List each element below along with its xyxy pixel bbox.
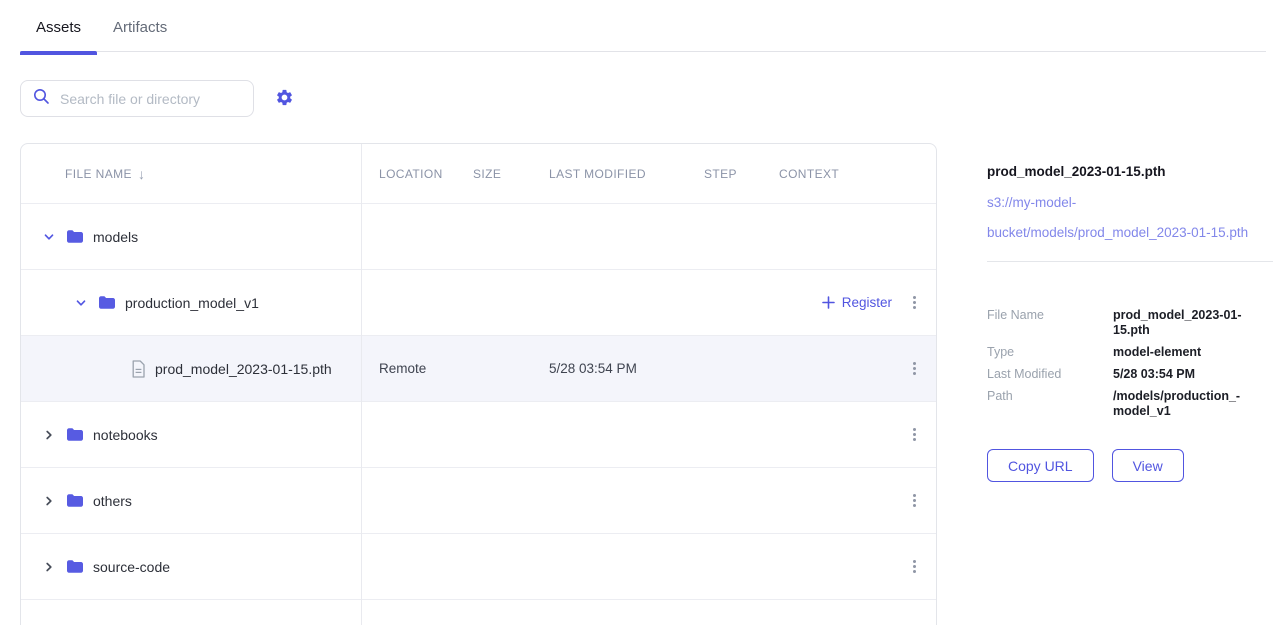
table-row[interactable]: notebooks [21,402,936,468]
asset-details-panel: prod_model_2023-01-15.pth s3://my-model-… [987,164,1273,482]
settings-button[interactable] [270,85,298,113]
column-header-context[interactable]: CONTEXT [761,167,892,181]
folder-icon [66,559,84,574]
tree-item-label[interactable]: prod_model_2023-01-15.pth [155,361,332,377]
column-header-file-name[interactable]: FILE NAME ↓ [21,166,361,182]
table-row[interactable]: models [21,204,936,270]
sort-desc-icon[interactable]: ↓ [138,166,145,182]
field-value-type: model-element [1113,345,1273,360]
column-header-step[interactable]: STEP [686,167,761,181]
column-header-location[interactable]: LOCATION [361,167,455,181]
field-label-last-modified: Last Modified [987,367,1113,382]
column-header-last-modified[interactable]: LAST MODIFIED [531,167,686,181]
tab-artifacts[interactable]: Artifacts [97,10,183,55]
field-label-path: Path [987,389,1113,419]
copy-url-button[interactable]: Copy URL [987,449,1094,482]
field-value-last-modified: 5/28 03:54 PM [1113,367,1273,382]
chevron-right-icon[interactable] [41,493,57,509]
cell-location: Remote [361,361,455,376]
folder-icon [98,295,116,310]
table-row[interactable]: prod_model_2023-01-15.pth Remote 5/28 03… [21,336,936,402]
tree-item[interactable]: others [21,493,361,509]
details-divider [987,261,1273,262]
folder-icon [66,229,84,244]
folder-icon [66,493,84,508]
kebab-menu-icon[interactable] [909,490,920,511]
tree-item[interactable]: production_model_v1 [21,295,361,311]
search-input[interactable] [60,91,241,107]
chevron-down-icon[interactable] [41,229,57,245]
chevron-down-icon[interactable] [73,295,89,311]
tab-assets[interactable]: Assets [20,10,97,55]
gear-icon [275,88,294,110]
folder-icon [66,427,84,442]
plus-icon [822,296,835,309]
chevron-right-icon[interactable] [41,427,57,443]
field-label-file-name: File Name [987,308,1113,338]
field-label-type: Type [987,345,1113,360]
tree-item[interactable]: source-code [21,559,361,575]
header-divider [20,51,1266,52]
tree-item-label[interactable]: models [93,229,138,245]
file-table: FILE NAME ↓ LOCATION SIZE LAST MODIFIED … [20,143,937,625]
tree-item-label[interactable]: others [93,493,132,509]
register-button[interactable]: Register [822,295,892,310]
kebab-menu-icon[interactable] [909,556,920,577]
table-header: FILE NAME ↓ LOCATION SIZE LAST MODIFIED … [21,144,936,204]
search-icon [33,88,50,110]
table-row[interactable]: source-code [21,534,936,600]
table-row[interactable]: others [21,468,936,534]
field-value-path: /models/production_-model_v1 [1113,389,1273,419]
view-button[interactable]: View [1112,449,1184,482]
tree-item[interactable]: notebooks [21,427,361,443]
register-label: Register [842,295,892,310]
table-row[interactable]: production_model_v1 Register [21,270,936,336]
kebab-menu-icon[interactable] [909,424,920,445]
field-value-file-name: prod_model_2023-01-15.pth [1113,308,1273,338]
tab-bar: Assets Artifacts [20,10,183,55]
asset-title: prod_model_2023-01-15.pth [987,164,1273,179]
details-fields: File Name prod_model_2023-01-15.pth Type… [987,308,1273,419]
table-body: models pro [21,204,936,600]
kebab-menu-icon[interactable] [909,292,920,313]
column-header-size[interactable]: SIZE [455,167,531,181]
tree-item-label[interactable]: notebooks [93,427,158,443]
tree-item[interactable]: prod_model_2023-01-15.pth [21,360,361,378]
asset-url-link[interactable]: s3://my-model-bucket/models/prod_model_2… [987,188,1273,248]
tree-item-label[interactable]: source-code [93,559,170,575]
details-actions: Copy URL View [987,449,1273,482]
file-icon [131,360,146,378]
kebab-menu-icon[interactable] [909,358,920,379]
column-divider [361,144,362,625]
chevron-right-icon[interactable] [41,559,57,575]
search-box[interactable] [20,80,254,117]
tree-item-label[interactable]: production_model_v1 [125,295,259,311]
cell-last-modified: 5/28 03:54 PM [531,361,686,376]
tree-item[interactable]: models [21,229,361,245]
